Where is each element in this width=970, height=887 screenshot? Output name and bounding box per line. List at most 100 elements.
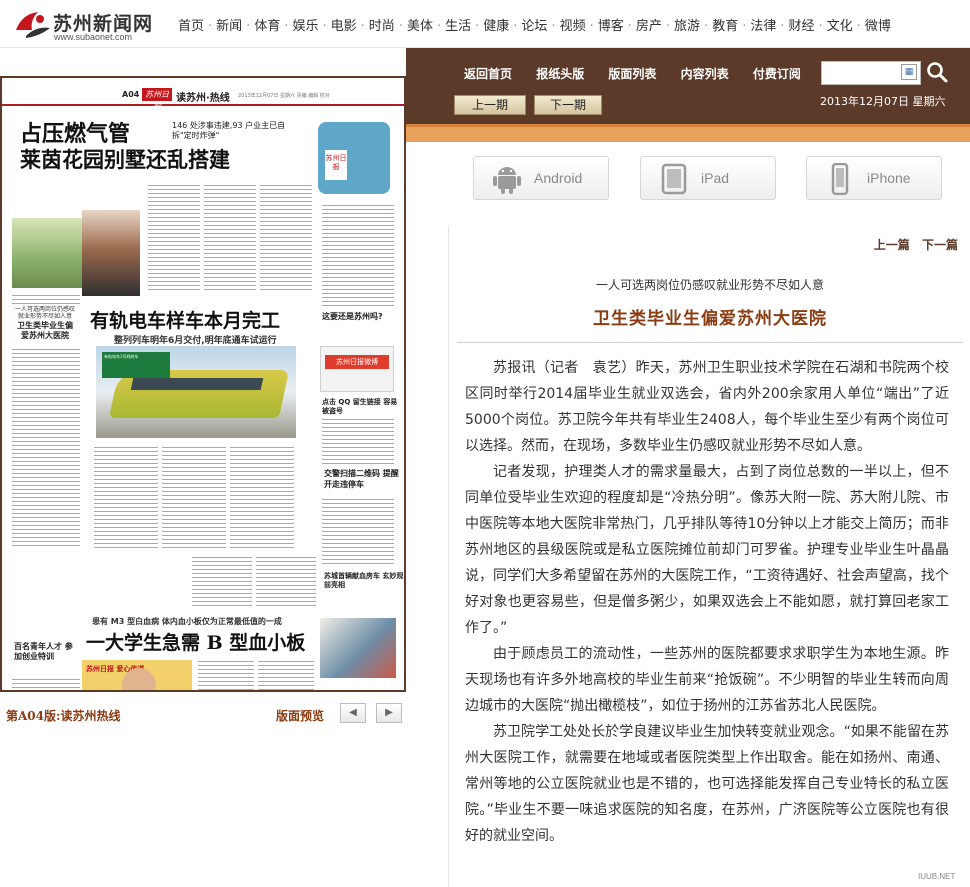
top-nav-link[interactable]: 法律: [750, 15, 776, 34]
top-nav-link[interactable]: 首页: [178, 15, 204, 34]
phone-icon: [831, 163, 849, 195]
next-issue-button[interactable]: 下一期: [534, 95, 602, 115]
prev-issue-button[interactable]: 上一期: [454, 95, 526, 115]
paper-headline-qrcode[interactable]: 交警扫描二维码 提醒开走违停车: [324, 468, 404, 490]
nav-home-link[interactable]: 返回首页: [464, 67, 512, 81]
nav-content-list-link[interactable]: 内容列表: [681, 67, 729, 81]
arrow-right-icon: ▶: [385, 707, 393, 718]
prev-page-button[interactable]: ◀: [340, 703, 366, 723]
paper-text-column: [260, 182, 312, 292]
paper-text-column: [230, 444, 294, 550]
reader-toolbar: 返回首页 报纸头版 版面列表 内容列表 付费订阅 ▦ 上一期 下一期 2013年…: [406, 48, 970, 124]
paper-text-column: [12, 676, 80, 690]
article-paragraph: 由于顾虑员工的流动性，一些苏州的医院都要求求职学生为本地生源。昨天现场也有许多外…: [465, 646, 949, 714]
paper-text-column: [322, 416, 394, 464]
paper-text-column: [204, 182, 256, 292]
paper-text-column: [12, 346, 80, 546]
android-label: Android: [534, 170, 583, 186]
paper-masthead: 苏州日报: [142, 88, 172, 112]
article-title: 卫生类毕业生偏爱苏州大医院: [593, 309, 827, 329]
ipad-label: iPad: [701, 170, 730, 186]
iphone-app-button[interactable]: iPhone: [806, 156, 942, 200]
page-preview-label: 版面预览: [276, 709, 325, 723]
top-nav-link[interactable]: 新闻: [216, 15, 242, 34]
paper-ad-baby: 苏州日报 爱心传递: [82, 660, 192, 690]
article-nav: 上一篇 下一篇: [866, 236, 958, 253]
top-nav-link[interactable]: 旅游: [674, 15, 700, 34]
top-nav: 首页 · 新闻 · 体育 · 娱乐 · 电影 · 时尚 · 美体 · 生活 · 健康 · 论坛 · 视频 · 博客 · 房产 · 旅…: [178, 15, 891, 34]
top-nav-link[interactable]: 博客: [598, 15, 624, 34]
top-nav-link[interactable]: 时尚: [369, 15, 395, 34]
site-url: www.subaonet.com: [54, 32, 133, 42]
nav-separator: ·: [665, 19, 671, 34]
paper-text-column: [322, 202, 394, 306]
search-icon[interactable]: [926, 61, 948, 83]
top-nav-link[interactable]: 美体: [407, 15, 433, 34]
prev-article-link[interactable]: 上一篇: [874, 238, 910, 252]
top-nav-link[interactable]: 视频: [560, 15, 586, 34]
nav-separator: ·: [208, 19, 213, 34]
nav-separator: ·: [704, 19, 709, 34]
top-nav-link[interactable]: 生活: [445, 15, 471, 34]
nav-separator: ·: [551, 19, 556, 34]
paper-text-column: [322, 496, 394, 566]
paper-weibo-banner: 苏州日报微博: [320, 346, 394, 392]
paper-weibo-label: 苏州日报微博: [325, 355, 389, 369]
arrow-left-icon: ◀: [349, 707, 357, 718]
top-nav-link[interactable]: 文化: [827, 15, 853, 34]
top-nav-link[interactable]: 教育: [712, 15, 738, 34]
paper-headline-blood-bus[interactable]: 苏城首辆献血房车 玄妙观前亮相: [324, 572, 404, 590]
ipad-app-button[interactable]: iPad: [640, 156, 776, 200]
paper-headline-tram[interactable]: 有轨电车样车本月完工: [90, 306, 280, 333]
site-logo[interactable]: 苏州新闻网 www.subaonet.com: [12, 6, 172, 44]
paper-text-column: [148, 182, 200, 292]
nav-separator: ·: [856, 19, 861, 34]
top-nav-link[interactable]: 论坛: [521, 15, 547, 34]
nav-separator: ·: [284, 19, 289, 34]
android-app-button[interactable]: Android: [473, 156, 609, 200]
nav-separator: ·: [589, 19, 594, 34]
paper-kicker-leukemia: 患有 M3 型白血病 体内血小板仅为正常最低值的一成: [92, 617, 282, 626]
article-paragraph: 苏卫院学工处处长於学良建议毕业生加快转变就业观念。“如果不能留在苏州大医院工作，…: [465, 724, 949, 844]
paper-tram-window: [130, 378, 264, 390]
nav-separator: ·: [360, 19, 365, 34]
tablet-icon: [661, 163, 687, 195]
paper-headline-platelet[interactable]: 一大学生急需 B 型血小板: [86, 628, 305, 655]
next-page-button[interactable]: ▶: [376, 703, 402, 723]
paper-photo-blood: [320, 618, 396, 678]
top-nav-link[interactable]: 财经: [789, 15, 815, 34]
paper-text-column: [162, 444, 226, 550]
paper-headline-graduates[interactable]: 卫生类毕业生偏爱苏州大医院: [14, 321, 76, 341]
paper-headline-qq[interactable]: 点击 QQ 留生链接 容易被盗号: [322, 398, 404, 416]
top-nav-link[interactable]: 房产: [636, 15, 662, 34]
top-nav-link[interactable]: 娱乐: [292, 15, 318, 34]
top-nav-link[interactable]: 电影: [331, 15, 357, 34]
calendar-icon[interactable]: ▦: [901, 64, 917, 80]
newspaper-page-image[interactable]: A04 苏州日报 读苏州·热线 2013年12月07日 星期六 责编 编辑 校对…: [0, 76, 406, 692]
paper-text-column: [192, 554, 252, 608]
paper-headline-villa[interactable]: 莱茵花园别墅还乱搭建: [20, 144, 230, 174]
paper-section: 读苏州·热线: [176, 93, 230, 104]
nav-front-page-link[interactable]: 报纸头版: [536, 67, 584, 81]
nav-separator: ·: [475, 19, 480, 34]
nav-subscribe-link[interactable]: 付费订阅: [753, 67, 801, 81]
next-article-link[interactable]: 下一篇: [922, 238, 958, 252]
nav-separator: ·: [436, 19, 442, 34]
nav-page-list-link[interactable]: 版面列表: [608, 67, 656, 81]
paper-page-header: A04 苏州日报 读苏州·热线 2013年12月07日 星期六 责编 编辑 校对: [2, 88, 404, 112]
paper-meta: 2013年12月07日 星期六 责编 编辑 校对: [238, 93, 330, 99]
nav-separator: ·: [742, 19, 747, 34]
paper-photo-person: [82, 210, 140, 296]
reader-nav: 返回首页 报纸头版 版面列表 内容列表 付费订阅: [464, 65, 821, 82]
article-paragraph: 记者发现，护理类人才的需求量最大，占到了岗位总数的一半以上，但不同单位受毕业生欢…: [465, 464, 949, 636]
orange-divider: [406, 124, 970, 142]
top-nav-link[interactable]: 健康: [483, 15, 509, 34]
paper-headline-training[interactable]: 百名青年人才 参加创业特训: [14, 642, 76, 662]
top-nav-link[interactable]: 微博: [865, 15, 891, 34]
paper-kicker-graduates: 一人可选两岗位仍感叹就业形势不尽如人意: [14, 306, 75, 320]
paper-badge-text: 苏州日报: [325, 150, 347, 180]
nav-separator: ·: [627, 19, 632, 34]
paper-headline-suzhou[interactable]: 这要还是苏州吗?: [322, 312, 383, 322]
top-nav-link[interactable]: 体育: [254, 15, 280, 34]
article-paragraph: 苏报讯（记者 袁艺）昨天，苏州卫生职业技术学院在石湖和书院两个校区同时举行201…: [465, 360, 949, 454]
